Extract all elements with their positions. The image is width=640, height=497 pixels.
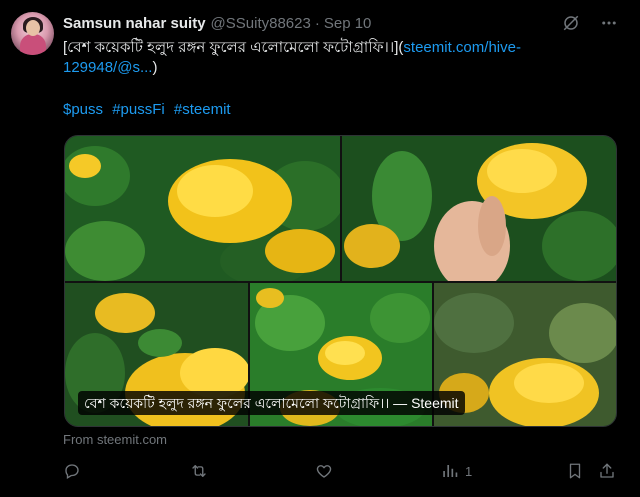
action-bar: 1 — [63, 462, 623, 482]
header-separator: · — [314, 14, 320, 32]
tweet[interactable]: Samsun nahar suity @SSuity88623 · Sep 10… — [0, 0, 640, 497]
views-button[interactable]: 1 — [441, 462, 472, 480]
author-handle[interactable]: @SSuity88623 — [211, 15, 311, 32]
media-caption: বেশ কয়েকটি হলুদ রঙ্গন ফুলের এলোমেলো ফটো… — [78, 391, 465, 415]
reply-icon — [63, 462, 81, 480]
repost-button[interactable] — [189, 462, 209, 480]
post-text: [বেশ কয়েকটি হলুদ রঙ্গন ফুলের এলোমেলো ফট… — [63, 38, 608, 78]
tweet-header: Samsun nahar suity @SSuity88623 · Sep 10 — [63, 13, 371, 33]
heart-icon — [315, 462, 333, 480]
flower-photo-1[interactable] — [65, 136, 340, 281]
bookmark-button[interactable] — [567, 462, 583, 480]
views-icon — [441, 462, 459, 480]
hashtag-steemit[interactable]: #steemit — [174, 101, 231, 118]
grok-icon[interactable] — [562, 14, 580, 32]
media-card[interactable]: বেশ কয়েকটি হলুদ রঙ্গন ফুলের এলোমেলো ফটো… — [64, 135, 617, 427]
reply-button[interactable] — [63, 462, 81, 480]
hashtag-pussfi[interactable]: #pussFi — [112, 101, 165, 118]
post-date[interactable]: Sep 10 — [324, 15, 372, 32]
post-text-end: ) — [152, 59, 158, 76]
hashtags: $puss #pussFi #steemit — [63, 101, 235, 118]
tweet-top-icons — [562, 14, 618, 32]
bookmark-icon — [567, 462, 583, 480]
link-source[interactable]: From steemit.com — [63, 432, 167, 447]
flower-photo-2[interactable] — [342, 136, 616, 281]
share-icon — [598, 462, 616, 480]
repost-icon — [189, 462, 209, 480]
views-count: 1 — [465, 463, 473, 479]
post-text-start: [বেশ কয়েকটি হলুদ রঙ্গন ফুলের এলোমেলো ফট… — [63, 39, 404, 56]
like-button[interactable] — [315, 462, 333, 480]
more-icon[interactable] — [600, 14, 618, 32]
share-button[interactable] — [598, 462, 616, 480]
hashtag-puss[interactable]: $puss — [63, 101, 103, 118]
avatar[interactable] — [11, 12, 54, 55]
author-name[interactable]: Samsun nahar suity — [63, 15, 206, 32]
